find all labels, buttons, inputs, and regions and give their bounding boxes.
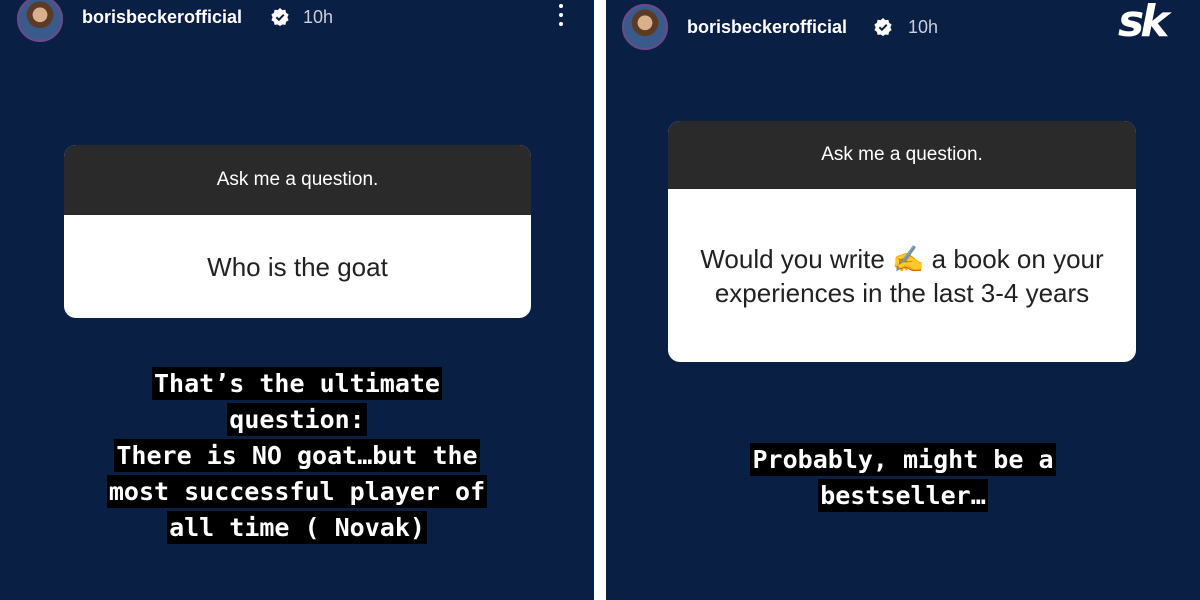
question-card-header: Ask me a question.	[668, 121, 1136, 189]
post-time: 10h	[908, 17, 939, 37]
story-panel-left: borisbeckerofficial 10h Ask me a questio…	[0, 0, 594, 600]
username[interactable]: borisbeckerofficial	[687, 17, 847, 38]
avatar[interactable]	[17, 0, 63, 42]
panel-divider	[594, 0, 606, 600]
answer-line: That’s the ultimate	[152, 367, 442, 400]
answer-text: That’s the ultimate question: There is N…	[40, 366, 554, 546]
story-panel-right: borisbeckerofficial 10h Ask me a questio…	[606, 0, 1200, 600]
verified-badge-icon	[874, 18, 892, 36]
answer-line: Probably, might be a	[750, 443, 1056, 476]
story-header: borisbeckerofficial 10h	[0, 0, 594, 50]
question-card-header: Ask me a question.	[64, 145, 531, 215]
more-options-icon[interactable]	[558, 4, 564, 28]
sportskeeda-logo: sk	[1118, 0, 1169, 47]
answer-line: most successful player of	[106, 475, 488, 508]
question-text: Would you write ✍️ a book on your experi…	[700, 243, 1104, 308]
post-time: 10h	[303, 7, 334, 27]
verified-badge-icon	[271, 8, 289, 26]
avatar[interactable]	[622, 4, 668, 50]
answer-line: all time ( Novak)	[167, 511, 427, 544]
answer-text: Probably, might be a bestseller…	[666, 442, 1140, 514]
answer-line: There is NO goat…but the	[114, 439, 480, 472]
question-card: Ask me a question. Would you write ✍️ a …	[668, 121, 1136, 362]
answer-line: question:	[227, 403, 367, 436]
username[interactable]: borisbeckerofficial	[82, 7, 242, 28]
answer-line: bestseller…	[818, 479, 988, 512]
story-header: borisbeckerofficial 10h	[606, 0, 1200, 50]
question-card: Ask me a question. Who is the goat	[64, 145, 531, 318]
question-text: Who is the goat	[207, 251, 388, 282]
